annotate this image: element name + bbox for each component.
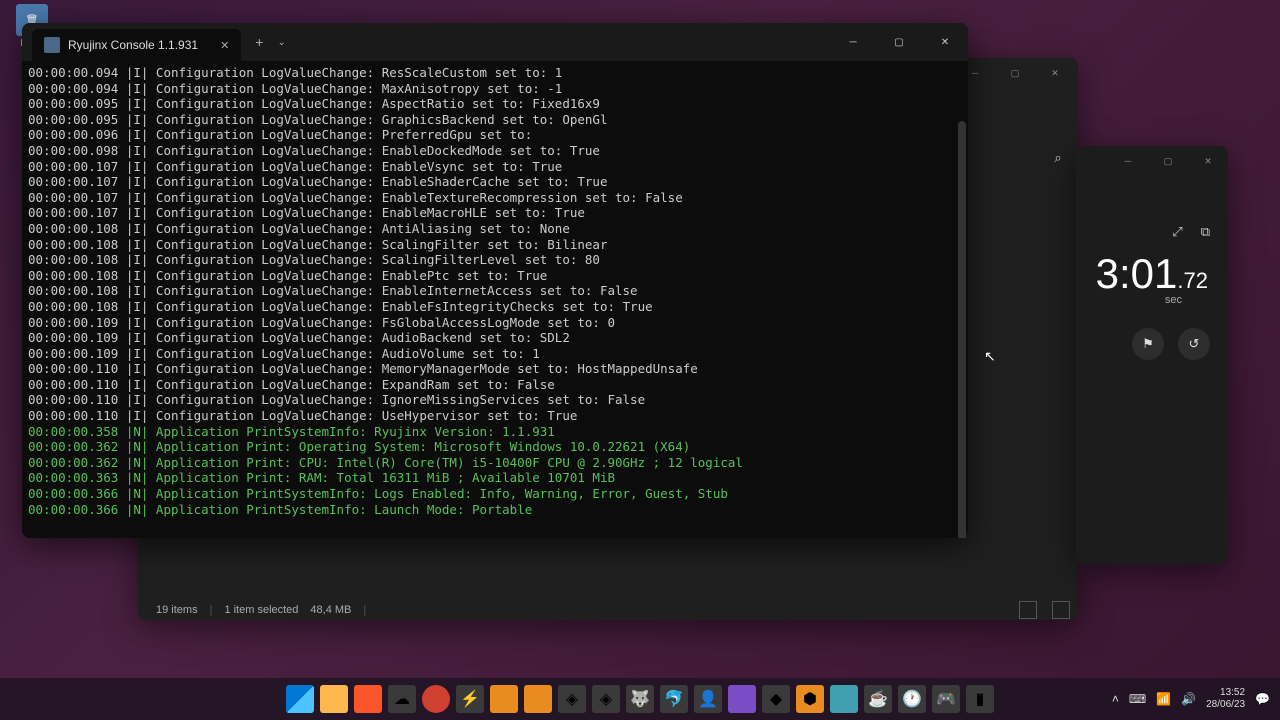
taskbar-app[interactable]: ◈ [558, 685, 586, 713]
taskbar-app[interactable]: ⚡ [456, 685, 484, 713]
status-divider: | [363, 604, 366, 616]
status-divider: | [210, 604, 213, 616]
status-selected: 1 item selected [224, 604, 298, 616]
explorer-window-controls: ─ ▢ ✕ [955, 58, 1075, 88]
log-line: 00:00:00.108 |I| Configuration LogValueC… [28, 283, 962, 299]
taskbar-app[interactable]: 👤 [694, 685, 722, 713]
reset-button[interactable]: ↺ [1178, 328, 1210, 360]
tray-notifications-icon[interactable]: 💬 [1255, 692, 1270, 706]
log-line: 00:00:00.362 |N| Application Print: CPU:… [28, 455, 962, 471]
taskbar-brave[interactable] [354, 685, 382, 713]
tray-clock[interactable]: 13:52 28/06/23 [1206, 687, 1245, 711]
tray-time: 13:52 [1206, 687, 1245, 699]
log-line: 00:00:00.108 |I| Configuration LogValueC… [28, 252, 962, 268]
log-line: 00:00:00.094 |I| Configuration LogValueC… [28, 65, 962, 81]
console-maximize-button[interactable]: ▢ [876, 23, 922, 61]
system-tray[interactable]: ˄ ⌨ 📶 🔊 13:52 28/06/23 💬 [1112, 687, 1270, 711]
console-scrollbar[interactable] [958, 121, 966, 538]
log-line: 00:00:00.362 |N| Application Print: Oper… [28, 439, 962, 455]
log-line: 00:00:00.095 |I| Configuration LogValueC… [28, 96, 962, 112]
taskbar-app[interactable]: ◈ [592, 685, 620, 713]
log-line: 00:00:00.366 |N| Application PrintSystem… [28, 502, 962, 518]
taskbar[interactable]: ☁ ⚡ ◈ ◈ 🐺 🐬 👤 ◆ ⬢ ☕ 🕐 🎮 ▮ ˄ ⌨ 📶 🔊 13:52 … [0, 678, 1280, 720]
log-line: 00:00:00.110 |I| Configuration LogValueC… [28, 408, 962, 424]
taskbar-app[interactable]: ◆ [762, 685, 790, 713]
taskbar-app[interactable] [422, 685, 450, 713]
console-output[interactable]: 00:00:00.094 |I| Configuration LogValueC… [22, 61, 968, 538]
console-window[interactable]: Ryujinx Console 1.1.931 ✕ + ⌄ ─ ▢ ✕ 00:0… [22, 23, 968, 538]
log-line: 00:00:00.358 |N| Application PrintSystem… [28, 424, 962, 440]
taskbar-app[interactable]: ☕ [864, 685, 892, 713]
taskbar-ryujinx[interactable]: 🎮 [932, 685, 960, 713]
taskbar-explorer[interactable] [320, 685, 348, 713]
taskbar-app[interactable]: 🐬 [660, 685, 688, 713]
log-line: 00:00:00.110 |I| Configuration LogValueC… [28, 361, 962, 377]
taskbar-clock-app[interactable]: 🕐 [898, 685, 926, 713]
log-line: 00:00:00.110 |I| Configuration LogValueC… [28, 392, 962, 408]
tab-close-button[interactable]: ✕ [220, 39, 229, 52]
taskbar-app[interactable] [490, 685, 518, 713]
taskbar-app[interactable]: ⬢ [796, 685, 824, 713]
taskbar-terminal[interactable]: ▮ [966, 685, 994, 713]
stopwatch-frac: .72 [1177, 268, 1208, 293]
tray-network-icon[interactable]: 📶 [1156, 692, 1171, 706]
status-size: 48,4 MB [310, 604, 351, 616]
taskbar-pinned-apps: ☁ ⚡ ◈ ◈ 🐺 🐬 👤 ◆ ⬢ ☕ 🕐 🎮 ▮ [286, 685, 994, 713]
mouse-cursor: ↖ [984, 348, 996, 365]
log-line: 00:00:00.108 |I| Configuration LogValueC… [28, 237, 962, 253]
status-item-count: 19 items [156, 604, 198, 616]
new-tab-button[interactable]: + [255, 34, 263, 50]
console-tab-title: Ryujinx Console 1.1.931 [68, 38, 198, 52]
explorer-status-bar: 19 items | 1 item selected 48,4 MB | [148, 600, 1078, 620]
expand-icon[interactable]: ⤢ [1172, 224, 1182, 240]
explorer-maximize-button[interactable]: ▢ [995, 58, 1035, 88]
view-list-button[interactable] [1019, 601, 1037, 619]
log-line: 00:00:00.107 |I| Configuration LogValueC… [28, 205, 962, 221]
taskbar-app[interactable] [728, 685, 756, 713]
tray-volume-icon[interactable]: 🔊 [1181, 692, 1196, 706]
start-button[interactable] [286, 685, 314, 713]
taskbar-app[interactable] [830, 685, 858, 713]
log-line: 00:00:00.363 |N| Application Print: RAM:… [28, 470, 962, 486]
log-line: 00:00:00.096 |I| Configuration LogValueC… [28, 127, 962, 143]
stopwatch-time: 3:01.72 [1076, 250, 1228, 298]
tray-date: 28/06/23 [1206, 699, 1245, 711]
stopwatch-minimize-button[interactable]: ─ [1108, 146, 1148, 176]
flag-lap-button[interactable]: ⚑ [1132, 328, 1164, 360]
log-line: 00:00:00.108 |I| Configuration LogValueC… [28, 221, 962, 237]
log-line: 00:00:00.107 |I| Configuration LogValueC… [28, 190, 962, 206]
taskbar-app[interactable]: ☁ [388, 685, 416, 713]
stopwatch-main: 3:01 [1096, 250, 1178, 297]
log-line: 00:00:00.109 |I| Configuration LogValueC… [28, 315, 962, 331]
log-line: 00:00:00.095 |I| Configuration LogValueC… [28, 112, 962, 128]
log-line: 00:00:00.108 |I| Configuration LogValueC… [28, 299, 962, 315]
log-line: 00:00:00.110 |I| Configuration LogValueC… [28, 377, 962, 393]
log-line: 00:00:00.098 |I| Configuration LogValueC… [28, 143, 962, 159]
stopwatch-window[interactable]: ─ ▢ ✕ ⤢ ⧉ 3:01.72 sec ⚑ ↺ [1076, 146, 1228, 564]
explorer-close-button[interactable]: ✕ [1035, 58, 1075, 88]
stopwatch-titlebar[interactable]: ─ ▢ ✕ [1076, 146, 1228, 176]
taskbar-app[interactable] [524, 685, 552, 713]
compact-icon[interactable]: ⧉ [1201, 224, 1210, 240]
log-line: 00:00:00.366 |N| Application PrintSystem… [28, 486, 962, 502]
log-line: 00:00:00.108 |I| Configuration LogValueC… [28, 268, 962, 284]
console-close-button[interactable]: ✕ [922, 23, 968, 61]
log-line: 00:00:00.109 |I| Configuration LogValueC… [28, 346, 962, 362]
log-line: 00:00:00.107 |I| Configuration LogValueC… [28, 159, 962, 175]
log-line: 00:00:00.109 |I| Configuration LogValueC… [28, 330, 962, 346]
log-line: 00:00:00.094 |I| Configuration LogValueC… [28, 81, 962, 97]
tab-dropdown-button[interactable]: ⌄ [277, 37, 285, 48]
terminal-icon [44, 37, 60, 53]
console-tab[interactable]: Ryujinx Console 1.1.931 ✕ [32, 29, 241, 61]
log-line: 00:00:00.107 |I| Configuration LogValueC… [28, 174, 962, 190]
console-minimize-button[interactable]: ─ [830, 23, 876, 61]
view-details-button[interactable] [1052, 601, 1070, 619]
taskbar-app[interactable]: 🐺 [626, 685, 654, 713]
tray-chevron-icon[interactable]: ˄ [1112, 692, 1119, 706]
tray-language-icon[interactable]: ⌨ [1129, 692, 1146, 706]
stopwatch-maximize-button[interactable]: ▢ [1148, 146, 1188, 176]
explorer-search-icon[interactable]: ⌕ [1048, 148, 1068, 168]
stopwatch-close-button[interactable]: ✕ [1188, 146, 1228, 176]
console-titlebar[interactable]: Ryujinx Console 1.1.931 ✕ + ⌄ ─ ▢ ✕ [22, 23, 968, 61]
